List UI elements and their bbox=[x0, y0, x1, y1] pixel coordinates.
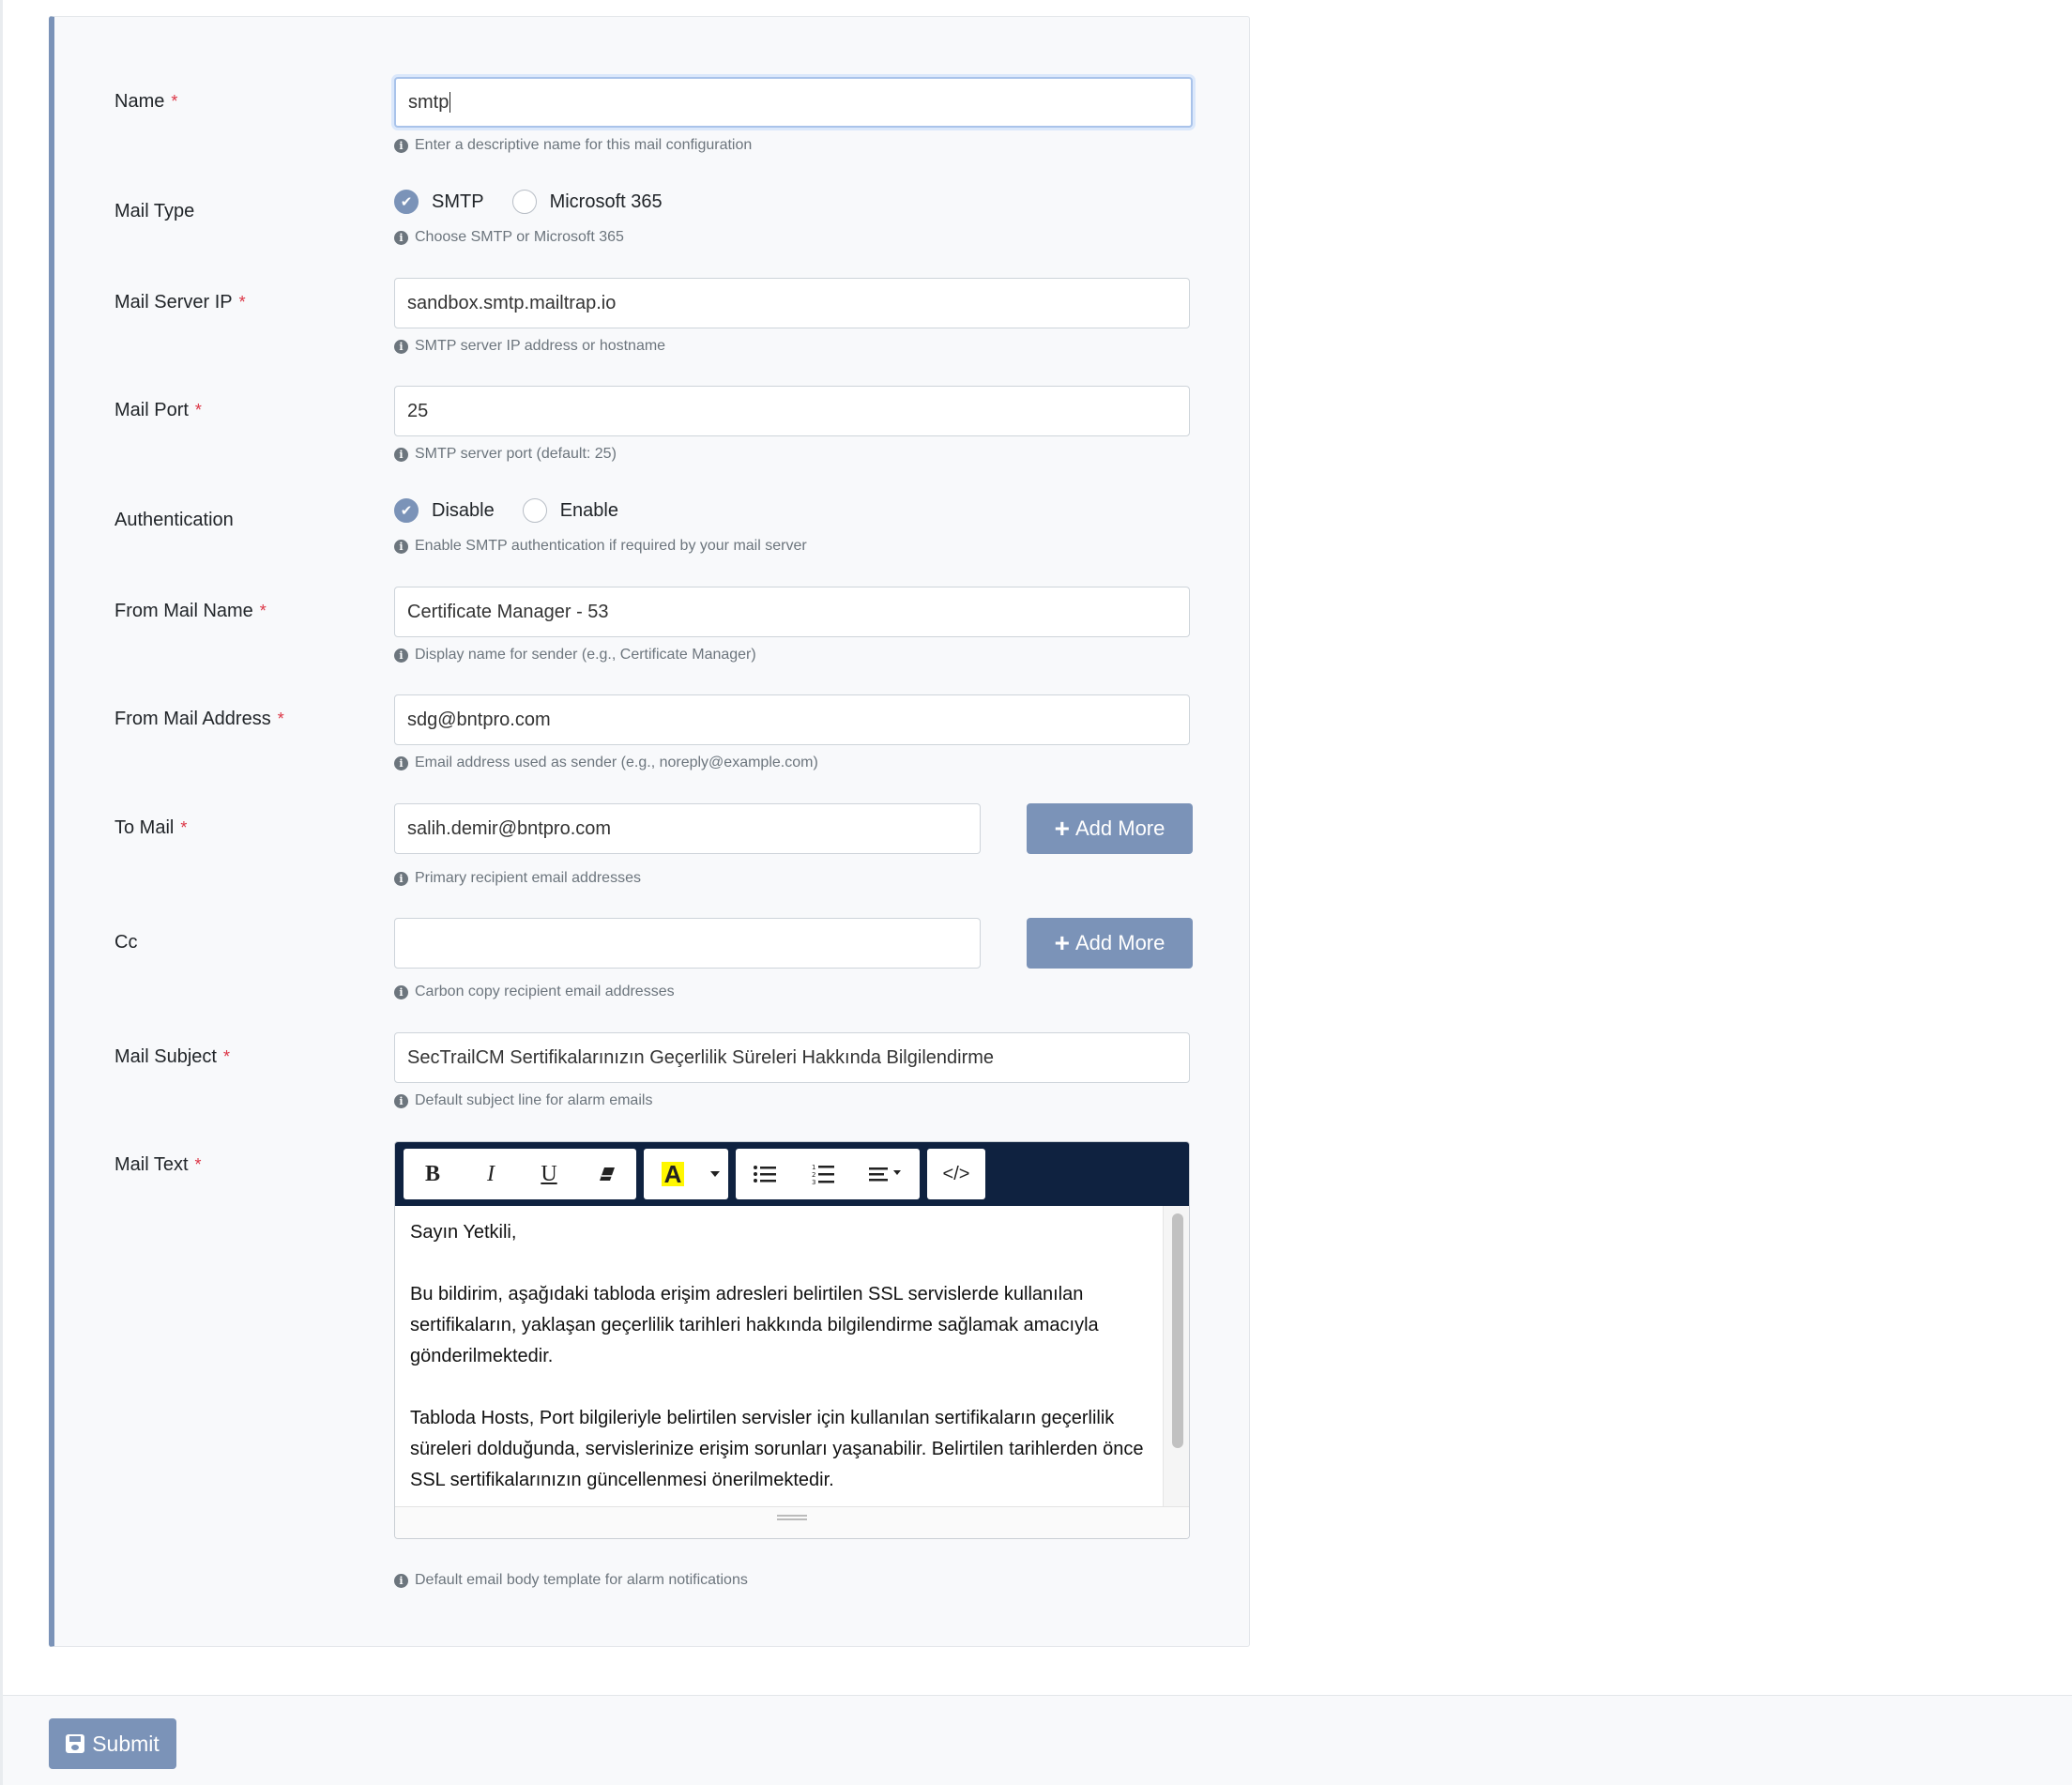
resize-grip-icon[interactable] bbox=[777, 1515, 807, 1520]
name-value: smtp bbox=[408, 91, 449, 113]
underline-button[interactable]: U bbox=[520, 1149, 578, 1199]
auth-enable-radio[interactable] bbox=[522, 498, 547, 523]
to-mail-input[interactable]: salih.demir@bntpro.com bbox=[394, 803, 981, 854]
mail-type-m365-label[interactable]: Microsoft 365 bbox=[550, 191, 663, 213]
mail-config-form: Name * smtp i Enter a descriptive name for… bbox=[49, 16, 1250, 1647]
name-help: i Enter a descriptive name for this mail … bbox=[394, 137, 752, 154]
info-icon: i bbox=[394, 1573, 408, 1588]
svg-text:2: 2 bbox=[812, 1171, 815, 1179]
name-input[interactable]: smtp bbox=[394, 77, 1193, 128]
align-dropdown-icon[interactable] bbox=[852, 1149, 920, 1199]
mail-subject-label: Mail Subject * bbox=[114, 1046, 230, 1067]
editor-paragraph: Sayın Yetkili, bbox=[410, 1222, 517, 1243]
to-mail-add-more-button[interactable]: + Add More bbox=[1027, 803, 1193, 854]
bullet-list-icon[interactable] bbox=[736, 1149, 794, 1199]
editor-paragraph: Tabloda Hosts, Port bilgileriyle belirti… bbox=[410, 1408, 1144, 1490]
editor-content[interactable]: Sayın Yetkili, Bu bildirim, aşağıdaki ta… bbox=[395, 1206, 1189, 1506]
authentication-help: i Enable SMTP authentication if required … bbox=[394, 538, 807, 555]
svg-text:1: 1 bbox=[812, 1164, 815, 1171]
to-mail-help: i Primary recipient email addresses bbox=[394, 870, 641, 887]
auth-enable-label[interactable]: Enable bbox=[560, 500, 618, 522]
name-label: Name * bbox=[114, 91, 178, 112]
mail-text-editor[interactable]: B I U A 123 </> Sayın Yetkili, Bu bildir… bbox=[394, 1141, 1190, 1539]
submit-label: Submit bbox=[92, 1731, 160, 1756]
to-mail-label: To Mail * bbox=[114, 817, 188, 838]
info-icon: i bbox=[394, 1093, 408, 1108]
from-mail-address-label: From Mail Address * bbox=[114, 709, 284, 729]
from-mail-name-label: From Mail Name * bbox=[114, 601, 267, 621]
mail-server-ip-help: i SMTP server IP address or hostname bbox=[394, 338, 665, 355]
info-icon: i bbox=[394, 648, 408, 663]
info-icon: i bbox=[394, 138, 408, 153]
cc-help: i Carbon copy recipient email addresses bbox=[394, 984, 675, 1000]
mail-port-help: i SMTP server port (default: 25) bbox=[394, 446, 617, 463]
info-icon: i bbox=[394, 984, 408, 999]
info-icon: i bbox=[394, 339, 408, 354]
mail-port-input[interactable]: 25 bbox=[394, 386, 1190, 436]
form-footer: Submit bbox=[3, 1695, 2072, 1785]
list-group: 123 bbox=[736, 1149, 920, 1199]
code-group: </> bbox=[927, 1149, 985, 1199]
mail-subject-help: i Default subject line for alarm emails bbox=[394, 1092, 652, 1109]
plus-icon: + bbox=[1054, 814, 1070, 843]
mail-text-label: Mail Text * bbox=[114, 1154, 202, 1175]
cc-add-more-button[interactable]: + Add More bbox=[1027, 918, 1193, 969]
from-mail-name-help: i Display name for sender (e.g., Certific… bbox=[394, 647, 756, 664]
mail-server-ip-label: Mail Server IP * bbox=[114, 292, 246, 313]
page-left-border bbox=[0, 0, 3, 1785]
text-caret bbox=[449, 92, 451, 113]
plus-icon: + bbox=[1054, 928, 1070, 957]
save-icon bbox=[66, 1734, 85, 1753]
cc-input[interactable] bbox=[394, 918, 981, 969]
mail-text-help: i Default email body template for alarm n… bbox=[394, 1572, 748, 1589]
info-icon: i bbox=[394, 230, 408, 245]
eraser-icon[interactable] bbox=[578, 1149, 636, 1199]
info-icon: i bbox=[394, 755, 408, 770]
editor-paragraph: Bu bildirim, aşağıdaki tabloda erişim ad… bbox=[410, 1284, 1099, 1366]
from-mail-address-help: i Email address used as sender (e.g., nor… bbox=[394, 755, 818, 771]
text-color-icon[interactable]: A bbox=[644, 1149, 702, 1199]
format-group: B I U bbox=[404, 1149, 636, 1199]
editor-scrollbar[interactable] bbox=[1172, 1213, 1183, 1448]
info-icon: i bbox=[394, 447, 408, 462]
auth-disable-radio[interactable] bbox=[394, 498, 419, 523]
mail-type-help: i Choose SMTP or Microsoft 365 bbox=[394, 229, 624, 246]
svg-text:3: 3 bbox=[812, 1179, 815, 1184]
bold-button[interactable]: B bbox=[404, 1149, 462, 1199]
mail-server-ip-input[interactable]: sandbox.smtp.mailtrap.io bbox=[394, 278, 1190, 328]
italic-button[interactable]: I bbox=[462, 1149, 520, 1199]
mail-type-label: Mail Type bbox=[114, 201, 195, 221]
mail-type-m365-radio[interactable] bbox=[511, 190, 537, 214]
mail-subject-input[interactable]: SecTrailCM Sertifikalarınızın Geçerlilik… bbox=[394, 1032, 1190, 1083]
mail-port-label: Mail Port * bbox=[114, 400, 202, 420]
submit-button[interactable]: Submit bbox=[49, 1718, 176, 1769]
color-dropdown-chevron-icon[interactable] bbox=[702, 1149, 728, 1199]
info-icon: i bbox=[394, 871, 408, 886]
code-view-button[interactable]: </> bbox=[927, 1149, 985, 1199]
mail-type-radio-group: SMTP Microsoft 365 bbox=[394, 190, 691, 214]
color-group: A bbox=[644, 1149, 728, 1199]
info-icon: i bbox=[394, 539, 408, 554]
from-mail-name-input[interactable]: Certificate Manager - 53 bbox=[394, 587, 1190, 637]
mail-type-smtp-label[interactable]: SMTP bbox=[432, 191, 484, 213]
auth-disable-label[interactable]: Disable bbox=[432, 500, 495, 522]
authentication-radio-group: Disable Enable bbox=[394, 498, 647, 523]
editor-resize-bar[interactable] bbox=[395, 1506, 1189, 1538]
cc-label: Cc bbox=[114, 932, 138, 953]
editor-toolbar: B I U A 123 </> bbox=[395, 1142, 1189, 1206]
from-mail-address-input[interactable]: sdg@bntpro.com bbox=[394, 694, 1190, 745]
authentication-label: Authentication bbox=[114, 510, 234, 530]
mail-type-smtp-radio[interactable] bbox=[394, 190, 419, 214]
ordered-list-icon[interactable]: 123 bbox=[794, 1149, 852, 1199]
